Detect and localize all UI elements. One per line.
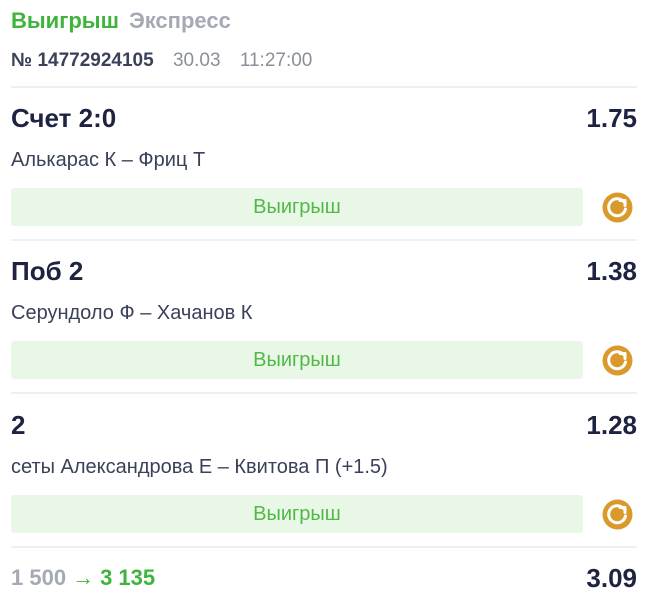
cashout-icon[interactable] <box>601 498 634 531</box>
total-odds: 3.09 <box>586 563 637 593</box>
event-header: Счет 2:0 1.75 <box>11 101 637 135</box>
event-result-badge: Выигрыш <box>11 495 583 533</box>
stake-value: 1 500 <box>11 565 67 590</box>
bet-date: 30.03 <box>172 50 221 71</box>
bet-event: Счет 2:0 1.75 Алькарас К – Фриц Т Выигры… <box>11 101 637 231</box>
divider <box>11 239 637 241</box>
event-match: Алькарас К – Фриц Т <box>11 149 206 171</box>
cashout-icon[interactable] <box>601 344 634 377</box>
divider <box>11 392 637 394</box>
bet-status: Выигрыш <box>11 8 119 33</box>
event-market: Поб 2 <box>11 256 84 286</box>
event-match: сеты Александрова Е – Квитова П (+1.5) <box>11 456 388 478</box>
bet-event: Поб 2 1.38 Серундоло Ф – Хачанов К Выигр… <box>11 254 637 384</box>
event-match: Серундоло Ф – Хачанов К <box>11 302 253 324</box>
bet-title: Выигрыш Экспресс <box>11 6 312 36</box>
bet-event: 2 1.28 сеты Александрова Е – Квитова П (… <box>11 408 637 538</box>
bet-time: 11:27:00 <box>239 50 313 71</box>
event-market: Счет 2:0 <box>11 103 117 133</box>
event-odds: 1.75 <box>586 103 637 133</box>
arrow-right-icon: → <box>72 565 95 590</box>
event-market: 2 <box>11 410 26 440</box>
event-result-badge: Выигрыш <box>11 341 583 379</box>
bet-footer: 1 500 → 3 135 3.09 <box>11 562 637 594</box>
bet-type: Экспресс <box>129 8 231 33</box>
cashout-icon[interactable] <box>601 191 634 224</box>
event-header: 2 1.28 <box>11 408 637 442</box>
divider <box>11 546 637 548</box>
stake-amount: 1 500 → 3 135 <box>11 562 155 594</box>
divider <box>11 86 637 88</box>
event-odds: 1.28 <box>586 410 637 440</box>
event-odds: 1.38 <box>586 256 637 286</box>
bet-meta: № 14772924105 30.03 11:27:00 <box>11 49 312 73</box>
bet-header: Выигрыш Экспресс № 14772924105 30.03 11:… <box>11 6 312 73</box>
bet-number: № 14772924105 <box>11 50 154 71</box>
event-result-badge: Выигрыш <box>11 188 583 226</box>
event-header: Поб 2 1.38 <box>11 254 637 288</box>
payout-amount: 3 135 <box>100 565 156 590</box>
